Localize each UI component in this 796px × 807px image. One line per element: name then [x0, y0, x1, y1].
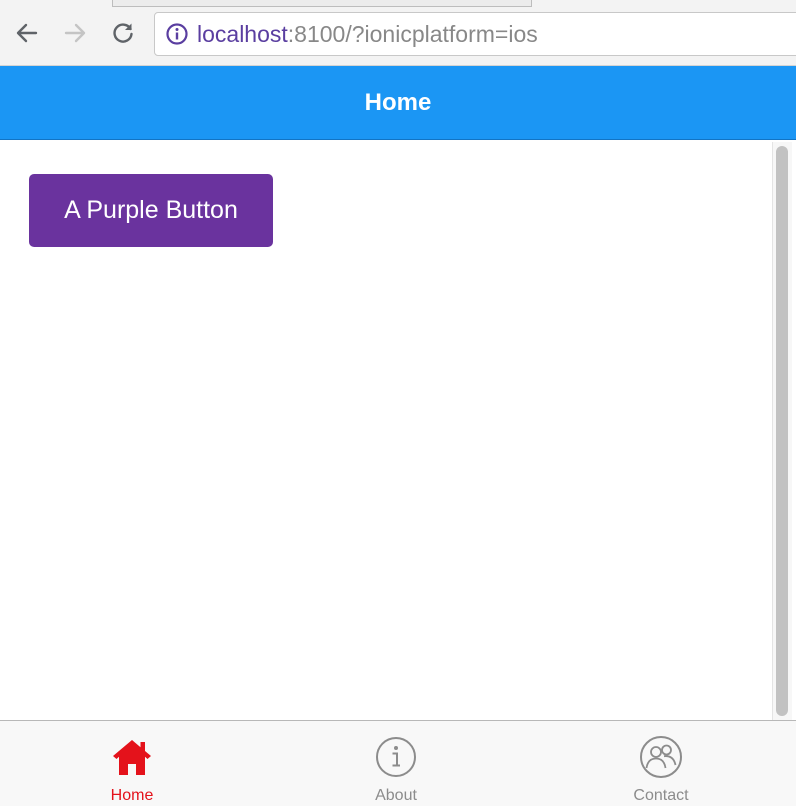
tab-home[interactable]: Home [32, 721, 232, 807]
info-circle-icon [374, 735, 418, 779]
tab-bar: Home About Contact [0, 720, 796, 806]
browser-tab-edge [112, 0, 532, 7]
arrow-right-icon [64, 23, 86, 43]
tab-label-home: Home [110, 787, 154, 804]
tab-contact[interactable]: Contact [561, 721, 761, 807]
purple-button[interactable]: A Purple Button [29, 174, 273, 247]
arrow-left-icon [16, 23, 38, 43]
scrollbar-thumb[interactable] [776, 146, 788, 716]
tab-label-about: About [375, 787, 417, 804]
tab-label-contact: Contact [633, 787, 689, 804]
browser-toolbar: localhost:8100/?ionicplatform=ios [0, 0, 796, 66]
tab-about[interactable]: About [296, 721, 496, 807]
home-icon [110, 735, 154, 779]
url-host: localhost [197, 20, 288, 47]
page-title: Home [364, 88, 432, 116]
url-path: :8100/?ionicplatform=ios [287, 20, 538, 47]
content-area: A Purple Button [0, 140, 796, 720]
back-button[interactable] [12, 18, 42, 48]
url-text: localhost:8100/?ionicplatform=ios [197, 21, 538, 48]
forward-button[interactable] [60, 18, 90, 48]
contacts-icon [639, 735, 683, 779]
app-header: Home [0, 66, 796, 140]
info-icon[interactable] [165, 22, 189, 46]
reload-button[interactable] [108, 18, 138, 48]
reload-icon [113, 23, 133, 43]
address-bar[interactable]: localhost:8100/?ionicplatform=ios [154, 12, 796, 56]
